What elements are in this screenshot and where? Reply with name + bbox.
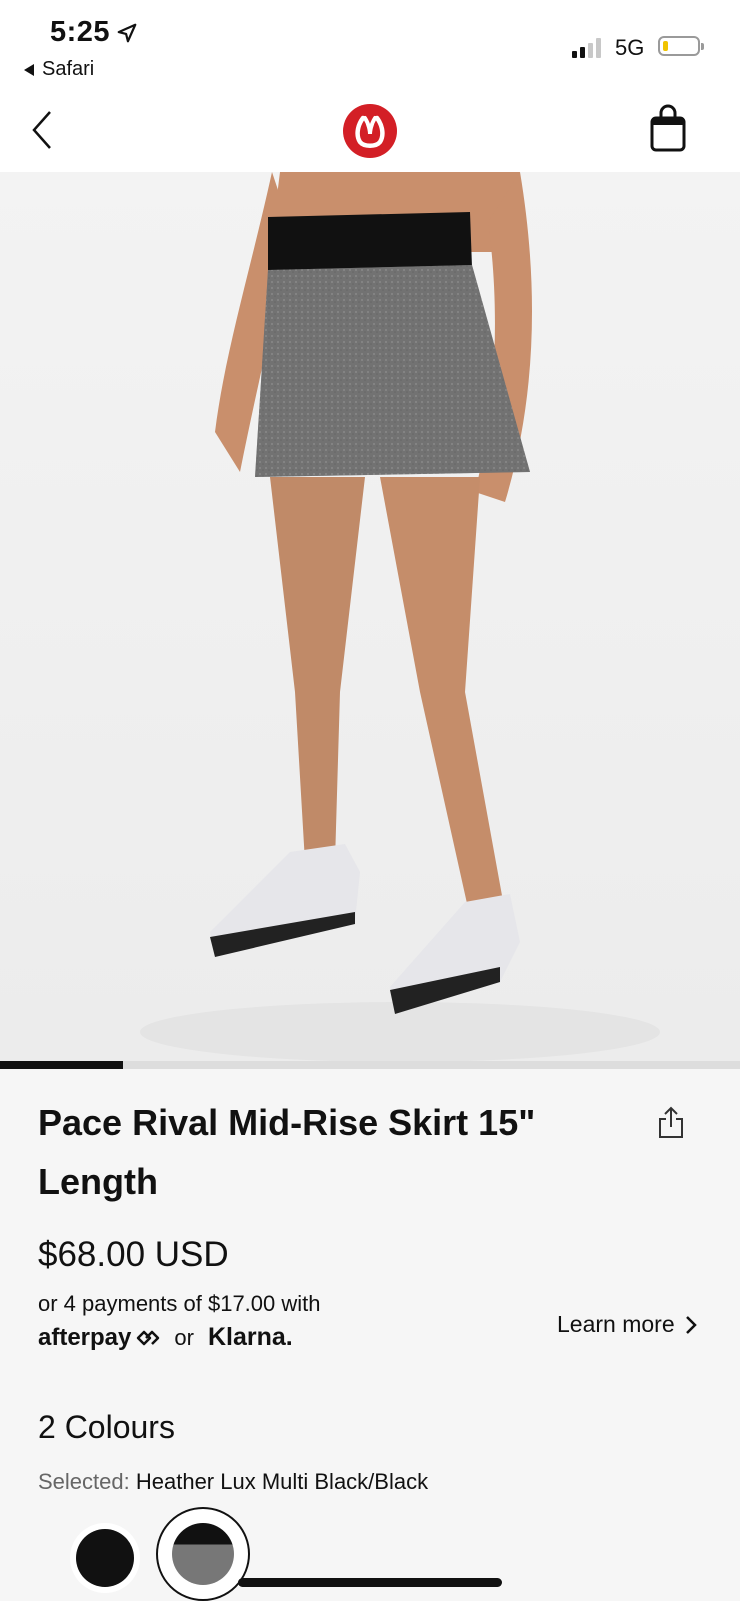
clock: 5:25	[50, 16, 138, 49]
swatch-heather-fill	[172, 1523, 234, 1585]
product-price: $68.00 USD	[38, 1235, 229, 1274]
status-bar: 5:25 Safari 5G	[0, 0, 740, 92]
chevron-left-icon[interactable]	[26, 108, 62, 152]
learn-more-link[interactable]: Learn more	[557, 1311, 697, 1338]
battery-icon	[658, 36, 704, 56]
afterpay-logo: afterpay	[38, 1324, 160, 1352]
gallery-progress	[0, 1061, 740, 1069]
product-image[interactable]	[0, 172, 740, 1062]
selected-value: Heather Lux Multi Black/Black	[135, 1469, 429, 1494]
back-to-safari[interactable]: Safari	[24, 58, 94, 81]
colours-heading: 2 Colours	[38, 1409, 175, 1445]
bnpl-providers: afterpay or Klarna.	[38, 1323, 293, 1352]
installments-text: or 4 payments of $17.00 with	[38, 1291, 321, 1316]
or-label: or	[174, 1324, 194, 1350]
back-app-label: Safari	[42, 58, 95, 80]
product-photo	[140, 172, 660, 1062]
product-info: Pace Rival Mid-Rise Skirt 15" Length $68…	[0, 1069, 740, 1601]
colour-swatch-black[interactable]	[70, 1523, 140, 1593]
time-text: 5:25	[50, 16, 111, 48]
klarna-logo: Klarna.	[207, 1323, 293, 1351]
logo-mark-icon	[355, 115, 385, 148]
location-arrow-icon	[117, 23, 137, 42]
afterpay-label: afterpay	[38, 1323, 132, 1351]
swatch-black-fill	[76, 1529, 134, 1587]
product-title: Pace Rival Mid-Rise Skirt 15" Length	[38, 1102, 536, 1202]
selected-label: Selected:	[38, 1469, 130, 1494]
learn-more-label: Learn more	[557, 1311, 675, 1337]
shopping-bag-icon[interactable]	[648, 104, 688, 154]
chevron-right-icon	[685, 1315, 697, 1334]
nav-bar	[0, 92, 740, 172]
network-label: 5G	[615, 35, 645, 60]
lululemon-logo[interactable]	[343, 104, 397, 158]
afterpay-arrows-icon	[137, 1330, 160, 1345]
selected-colour: Selected: Heather Lux Multi Black/Black	[38, 1469, 428, 1495]
back-triangle-icon	[24, 63, 34, 76]
signal-icon	[572, 36, 601, 58]
gallery-progress-fill	[0, 1061, 123, 1069]
share-icon[interactable]	[656, 1105, 686, 1139]
home-indicator[interactable]	[238, 1578, 502, 1587]
colour-swatch-heather-lux[interactable]	[156, 1507, 250, 1601]
